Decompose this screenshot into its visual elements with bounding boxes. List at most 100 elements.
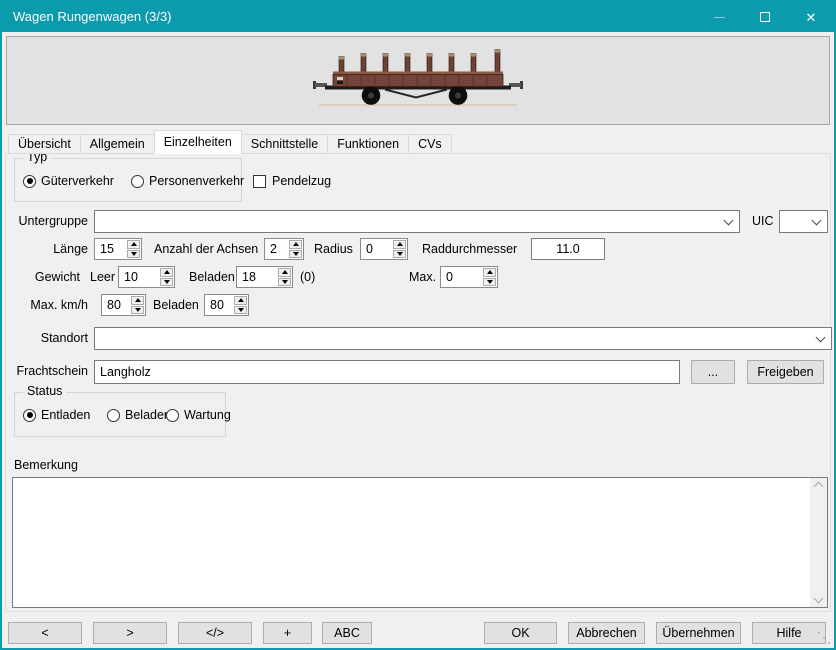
cancel-button[interactable]: Abbrechen <box>568 622 645 644</box>
spin-down-button[interactable] <box>393 250 406 259</box>
tab-funktionen[interactable]: Funktionen <box>327 134 409 154</box>
typ-groupbox: Typ Güterverkehr Personenverkehr <box>14 158 242 202</box>
vertical-scrollbar[interactable] <box>810 478 827 607</box>
spin-down-button[interactable] <box>234 306 247 315</box>
close-icon: ✕ <box>806 11 817 24</box>
raddurchmesser-input[interactable] <box>531 238 605 260</box>
radio-gueterverkehr[interactable]: Güterverkehr <box>23 174 114 188</box>
bemerkung-field <box>12 477 828 608</box>
frachtschein-browse-button[interactable]: ... <box>691 360 735 384</box>
frachtschein-input[interactable] <box>94 360 680 384</box>
spin-down-button[interactable] <box>160 278 173 287</box>
spin-up-button[interactable] <box>131 296 144 305</box>
freigeben-button[interactable]: Freigeben <box>747 360 824 384</box>
bemerkung-textarea[interactable] <box>13 478 810 607</box>
chevron-down-icon <box>812 216 822 226</box>
code-button[interactable]: </> <box>178 622 252 644</box>
prev-button[interactable]: < <box>8 622 82 644</box>
spin-buttons <box>482 267 497 287</box>
spin-up-button[interactable] <box>289 240 302 249</box>
bemerkung-label: Bemerkung <box>14 454 78 476</box>
maxkmh-beladen-label: Beladen <box>153 294 199 316</box>
spin-up-icon <box>487 270 493 274</box>
spin-buttons <box>130 295 145 315</box>
close-button[interactable]: ✕ <box>788 2 834 32</box>
wagon-preview-panel <box>6 36 830 125</box>
help-button[interactable]: Hilfe <box>752 622 826 644</box>
spin-down-button[interactable] <box>289 250 302 259</box>
apply-button[interactable]: Übernehmen <box>656 622 741 644</box>
tab-einzelheiten[interactable]: Einzelheiten <box>154 130 242 154</box>
resize-grip-icon[interactable] <box>818 632 820 634</box>
maxkmh-label: Max. km/h <box>8 294 88 316</box>
radius-spinner[interactable] <box>360 238 408 260</box>
maxkmh-beladen-input[interactable] <box>205 295 233 315</box>
spin-up-button[interactable] <box>393 240 406 249</box>
spin-up-button[interactable] <box>234 296 247 305</box>
radio-wartung[interactable]: Wartung <box>166 408 231 422</box>
laenge-spinner[interactable] <box>94 238 142 260</box>
gewicht-leer-spinner[interactable] <box>118 266 175 288</box>
uic-label: UIC <box>752 210 774 232</box>
gewicht-beladen-spinner[interactable] <box>236 266 293 288</box>
radio-icon <box>166 409 179 422</box>
radio-icon <box>23 409 36 422</box>
frachtschein-label: Frachtschein <box>8 360 88 382</box>
radius-input[interactable] <box>361 239 392 259</box>
maximize-button[interactable] <box>742 2 788 32</box>
tab-schnittstelle[interactable]: Schnittstelle <box>241 134 328 154</box>
radio-label: Beladen <box>125 408 171 422</box>
tab-strip: Übersicht Allgemein Einzelheiten Schnitt… <box>8 130 452 154</box>
spin-down-button[interactable] <box>131 306 144 315</box>
laenge-label: Länge <box>8 238 88 260</box>
standort-label: Standort <box>8 327 88 349</box>
window-title: Wagen Rungenwagen (3/3) <box>13 2 172 32</box>
standort-combobox[interactable] <box>94 327 832 350</box>
spin-up-button[interactable] <box>160 268 173 277</box>
spin-down-icon <box>164 280 170 284</box>
achsen-spinner[interactable] <box>264 238 304 260</box>
radio-label: Güterverkehr <box>41 174 114 188</box>
radio-icon <box>107 409 120 422</box>
gewicht-max-input[interactable] <box>441 267 482 287</box>
gewicht-label: Gewicht <box>8 266 80 288</box>
tab-allgemein[interactable]: Allgemein <box>80 134 155 154</box>
minimize-button[interactable] <box>696 2 742 32</box>
status-groupbox: Status Entladen Beladen Wartung <box>14 392 226 437</box>
radio-personenverkehr[interactable]: Personenverkehr <box>131 174 244 188</box>
title-bar[interactable]: Wagen Rungenwagen (3/3) ✕ <box>2 2 834 32</box>
spin-buttons <box>277 267 292 287</box>
minimize-icon <box>714 17 725 18</box>
spin-up-button[interactable] <box>127 240 140 249</box>
radius-label: Radius <box>314 238 353 260</box>
next-button[interactable]: > <box>93 622 167 644</box>
laenge-input[interactable] <box>95 239 126 259</box>
maxkmh-beladen-spinner[interactable] <box>204 294 249 316</box>
chevron-down-icon <box>724 216 734 226</box>
gewicht-beladen-input[interactable] <box>237 267 277 287</box>
radio-beladen[interactable]: Beladen <box>107 408 171 422</box>
radio-entladen[interactable]: Entladen <box>23 408 90 422</box>
spin-up-icon <box>164 270 170 274</box>
uic-combobox[interactable] <box>779 210 828 233</box>
spin-down-button[interactable] <box>278 278 291 287</box>
spin-down-icon <box>238 308 244 312</box>
abc-button[interactable]: ABC <box>322 622 372 644</box>
spin-down-button[interactable] <box>127 250 140 259</box>
untergruppe-combobox[interactable] <box>94 210 740 233</box>
untergruppe-label: Untergruppe <box>8 210 88 232</box>
gewicht-max-spinner[interactable] <box>440 266 498 288</box>
maxkmh-input[interactable] <box>102 295 130 315</box>
spin-buttons <box>288 239 303 259</box>
spin-up-button[interactable] <box>483 268 496 277</box>
achsen-input[interactable] <box>265 239 288 259</box>
ok-button[interactable]: OK <box>484 622 557 644</box>
spin-buttons <box>159 267 174 287</box>
add-button[interactable]: + <box>263 622 312 644</box>
maxkmh-spinner[interactable] <box>101 294 146 316</box>
tab-cvs[interactable]: CVs <box>408 134 452 154</box>
gewicht-leer-input[interactable] <box>119 267 159 287</box>
tab-uebersicht[interactable]: Übersicht <box>8 134 81 154</box>
spin-down-button[interactable] <box>483 278 496 287</box>
spin-up-button[interactable] <box>278 268 291 277</box>
